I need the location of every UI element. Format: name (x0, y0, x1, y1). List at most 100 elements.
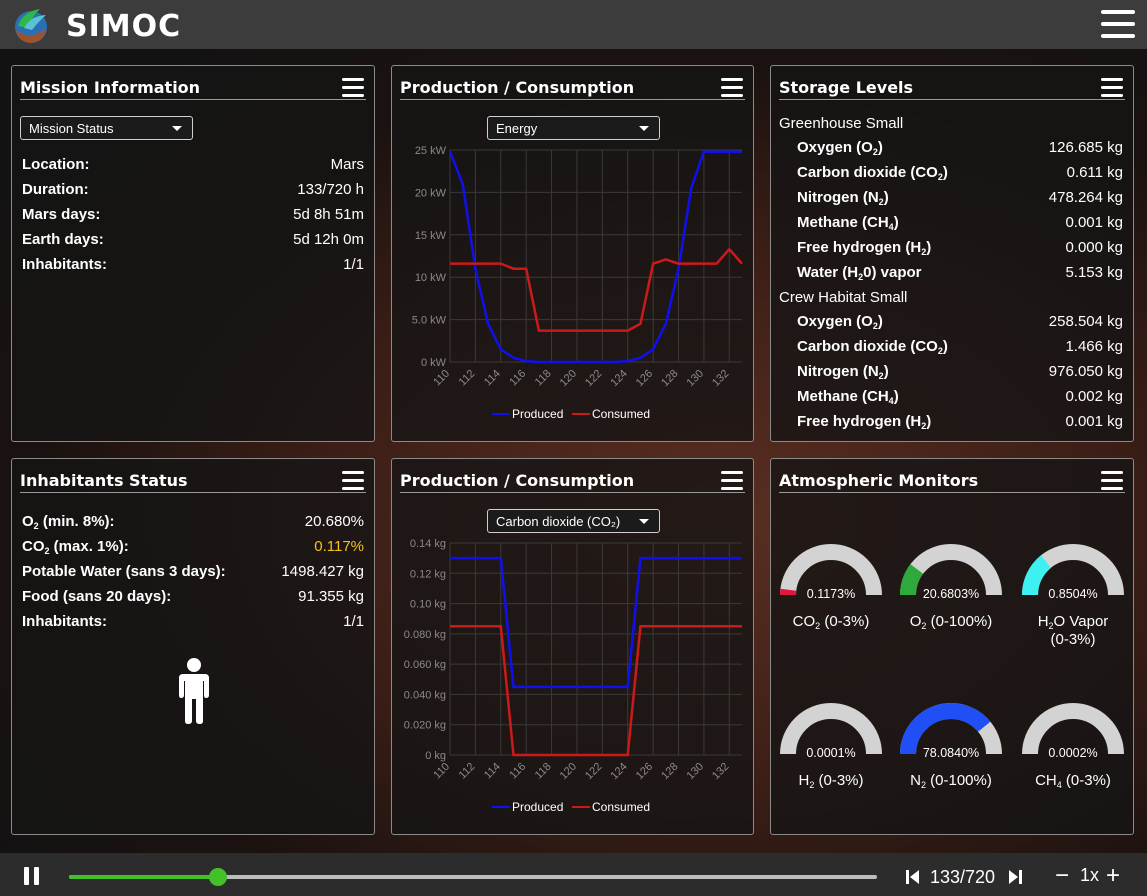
storage-label: Oxygen (O2) (797, 139, 883, 157)
x-tick-label: 130 (685, 368, 706, 389)
label-tail: (0-3%) (814, 772, 864, 789)
y-tick-label: 0.060 kg (404, 659, 446, 671)
label-text: CO (792, 613, 816, 630)
x-tick-label: 120 (558, 761, 579, 782)
label-text: Methane (CH (797, 388, 889, 405)
speed-increase-button[interactable]: + (1106, 862, 1120, 890)
panel-menu-icon[interactable] (721, 471, 743, 495)
x-tick-label: 126 (634, 761, 655, 782)
y-tick-label: 0.020 kg (404, 720, 446, 732)
label-tail: (0-100%) (926, 772, 992, 789)
row-value: 5d 8h 51m (293, 206, 364, 223)
label-line2: (0-3%) (1050, 631, 1096, 648)
x-tick-label: 116 (507, 761, 528, 782)
legend-label: Consumed (592, 407, 650, 421)
storage-group-name: Greenhouse Small (779, 115, 904, 132)
inhabitant-status-row: Inhabitants: 1/1 (22, 613, 364, 638)
storage-levels-panel: Storage Levels Greenhouse Small Oxygen (O… (770, 65, 1134, 442)
timeline-handle[interactable] (209, 868, 228, 886)
panel-menu-icon[interactable] (1101, 471, 1123, 495)
y-tick-label: 20 kW (415, 187, 447, 199)
main-menu-icon[interactable] (1101, 10, 1135, 46)
row-label: Inhabitants: (22, 256, 107, 273)
inhabitant-status-row: Food (sans 20 days): 91.355 kg (22, 588, 364, 613)
label-tail: ) (942, 164, 948, 181)
gauge-value: 0.8504% (1048, 587, 1098, 601)
label-text: Carbon dioxide (CO (797, 164, 938, 181)
label-text: O (909, 613, 922, 630)
storage-value: 258.504 kg (1048, 313, 1123, 330)
timeline-bar: 133/720 − 1x + (0, 853, 1147, 896)
gauge-value: 0.0002% (1048, 746, 1098, 760)
person-icon (179, 658, 209, 724)
energy-chart-panel: Production / Consumption Energy 0 kW 5.0 … (391, 65, 754, 442)
co2-chart-panel: Production / Consumption Carbon dioxide … (391, 458, 754, 835)
label-tail: ) (926, 413, 932, 430)
step-forward-icon[interactable] (1008, 869, 1022, 885)
storage-label: Water (H20) vapor (797, 264, 922, 282)
storage-label: Free hydrogen (H2) (797, 413, 931, 431)
row-value: 5d 12h 0m (293, 231, 364, 248)
co2-line-chart: 0 kg0.020 kg0.040 kg0.060 kg0.080 kg0.10… (404, 538, 742, 814)
x-tick-label: 118 (533, 761, 554, 782)
y-tick-label: 5.0 kW (412, 315, 447, 327)
label-tail: (0-3%) (1061, 772, 1111, 789)
legend-label: Produced (512, 407, 563, 421)
storage-row: Carbon dioxide (CO2) 0.611 kg (797, 164, 1123, 189)
label-text: Free hydrogen (H (797, 413, 922, 430)
row-label: CO2 (max. 1%): (22, 538, 129, 556)
step-back-icon[interactable] (906, 869, 920, 885)
currency-select[interactable]: Energy (487, 116, 660, 140)
inhabitant-status-row: O2 (min. 8%): 20.680% (22, 513, 364, 538)
row-label: Duration: (22, 181, 89, 198)
mission-view-select[interactable]: Mission Status (20, 116, 193, 140)
select-value: Energy (496, 121, 538, 136)
x-tick-label: 114 (482, 368, 503, 389)
panel-menu-icon[interactable] (1101, 78, 1123, 102)
currency-select[interactable]: Carbon dioxide (CO₂) (487, 509, 660, 533)
pause-icon[interactable] (24, 867, 40, 885)
storage-value: 0.001 kg (1065, 214, 1123, 231)
storage-label: Free hydrogen (H2) (797, 239, 931, 257)
timeline-slider[interactable] (69, 868, 877, 886)
row-label: Food (sans 20 days): (22, 588, 171, 606)
select-value: Mission Status (29, 121, 114, 136)
storage-value: 1.466 kg (1065, 338, 1123, 355)
label-tail: ) (893, 388, 899, 405)
panel-title: Atmospheric Monitors (779, 471, 1125, 493)
storage-value: 0.002 kg (1065, 388, 1123, 405)
storage-row: Carbon dioxide (CO2) 1.466 kg (797, 338, 1123, 363)
x-tick-label: 110 (431, 368, 452, 389)
gauge-value: 0.1173% (806, 587, 856, 601)
energy-line-chart: 0 kW5.0 kW10 kW15 kW20 kW25 kW110 112 114 1… (412, 145, 743, 421)
speed-decrease-button[interactable]: − (1055, 862, 1069, 890)
panel-title: Production / Consumption (400, 78, 745, 100)
label-text: Nitrogen (N (797, 363, 879, 380)
storage-label: Oxygen (O2) (797, 313, 883, 331)
label-text: N (910, 772, 921, 789)
step-counter: 133/720 (930, 867, 996, 887)
timeline-progress (69, 875, 219, 879)
label-tail: ) (877, 139, 883, 156)
label-tail: (min. 8%): (38, 513, 115, 530)
label-text: CH (1035, 772, 1057, 789)
panel-menu-icon[interactable] (721, 78, 743, 102)
mission-info-row: Duration: 133/720 h (22, 181, 364, 206)
gauge-label: N2 (0-100%) (891, 772, 1011, 790)
x-tick-label: 128 (659, 761, 680, 782)
row-value: 1/1 (343, 613, 364, 630)
inhabitant-status-row: Potable Water (sans 3 days): 1498.427 kg (22, 563, 364, 588)
panel-menu-icon[interactable] (342, 471, 364, 495)
y-tick-label: 0.12 kg (410, 568, 446, 580)
row-label: Location: (22, 156, 90, 173)
panel-menu-icon[interactable] (342, 78, 364, 102)
storage-value: 976.050 kg (1048, 363, 1123, 380)
row-value: 133/720 h (297, 181, 364, 198)
atmospheric-monitors-panel: Atmospheric Monitors 0.1173% CO2 (0-3%) 20… (770, 458, 1134, 835)
storage-row: Methane (CH4) 0.002 kg (797, 388, 1123, 413)
x-tick-label: 122 (583, 761, 604, 782)
storage-value: 0.001 kg (1065, 413, 1123, 430)
label-tail: (0-3%) (820, 613, 870, 630)
y-tick-label: 15 kW (415, 230, 447, 242)
inhabitant-status-row: CO2 (max. 1%): 0.117% (22, 538, 364, 563)
